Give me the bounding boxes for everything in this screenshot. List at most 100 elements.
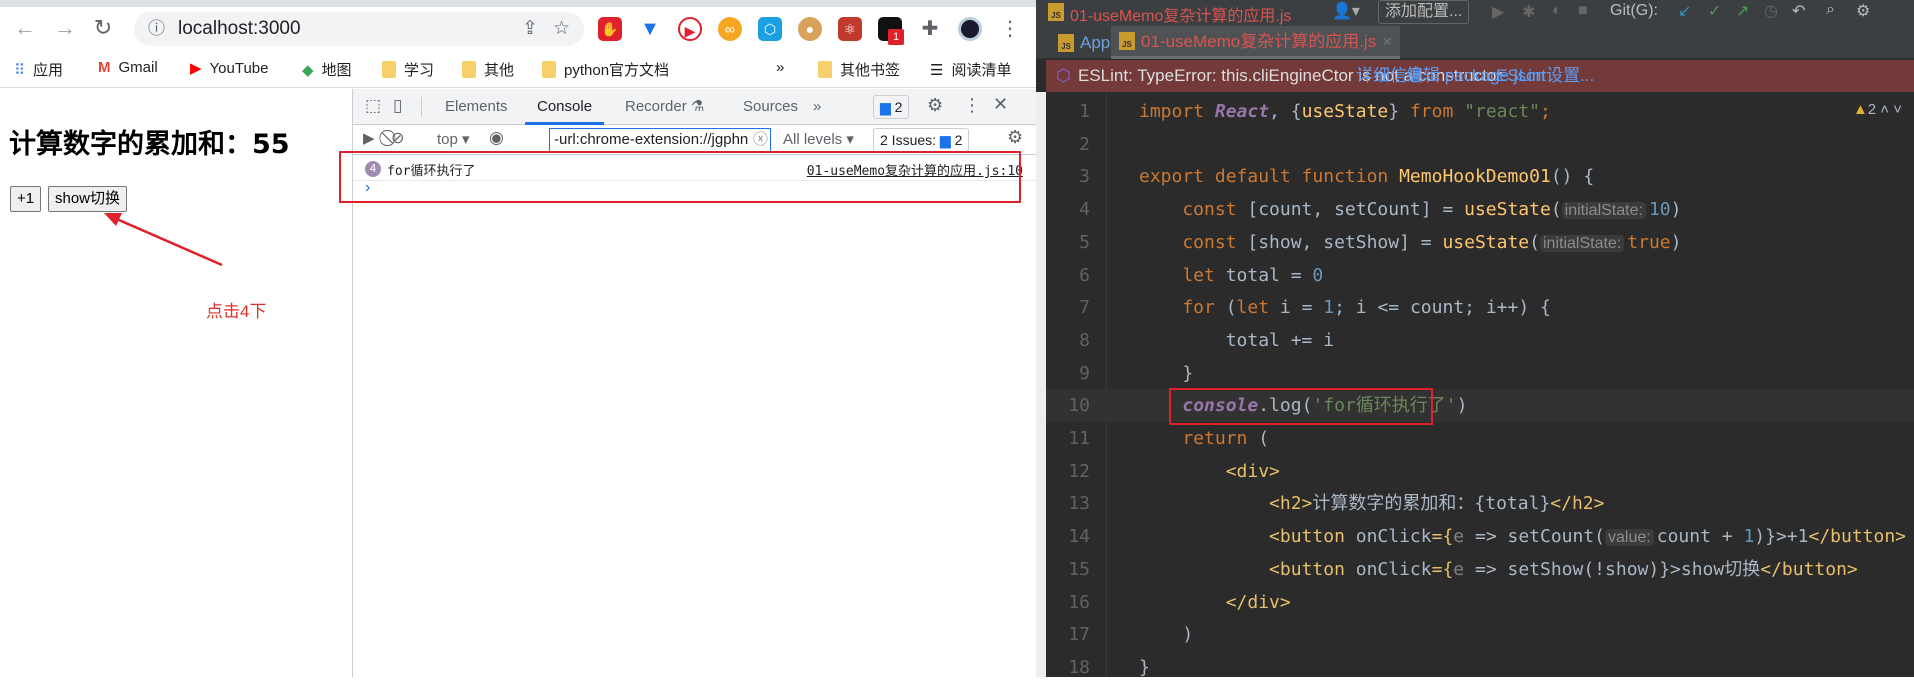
other-bookmarks[interactable]: 其他书签 [818, 59, 900, 80]
cookie-extension-icon[interactable]: ● [798, 17, 822, 41]
extensions-puzzle-icon[interactable]: ✚ [918, 17, 942, 41]
more-options-icon[interactable]: ⋮ [963, 95, 981, 116]
code-line[interactable]: 8 total += i [1046, 324, 1914, 357]
address-bar[interactable]: ⓘ localhost:3000 ⇪ ☆ [134, 12, 584, 46]
code-line[interactable]: 15 <button onClick={e => setShow(!show)}… [1046, 553, 1914, 586]
bookmark-label: 应用 [33, 62, 64, 79]
stop-icon[interactable]: ■ [1578, 2, 1588, 20]
profile-avatar[interactable] [958, 17, 982, 41]
bookmark-star-icon[interactable]: ☆ [553, 12, 570, 46]
history-icon[interactable]: ◷ [1764, 1, 1778, 21]
code-token: ( [1529, 231, 1540, 253]
bookmark-folder-other[interactable]: 其他 [462, 59, 514, 80]
menu-kebab-icon[interactable]: ⋮ [998, 17, 1022, 41]
code-line[interactable]: 5 const [show, setShow] = useState(initi… [1046, 226, 1914, 259]
reading-list[interactable]: ☰ 阅读清单 [930, 59, 1011, 80]
code-editor[interactable]: ▲2 ˄ ˅ 1 import React, {useState} from "r… [1046, 92, 1914, 678]
code-token: for [1139, 297, 1226, 319]
console-filter-input[interactable]: -url:chrome-extension://jgphn ⓧ [549, 128, 771, 152]
code-text: for (let i = 1; i <= count; i++) { [1139, 291, 1551, 324]
record-extension-icon[interactable]: ▶ [678, 17, 702, 41]
issues-button[interactable]: 2 Issues: ▆ 2 [873, 128, 970, 152]
tab-sources[interactable]: Sources [743, 89, 798, 125]
clear-filter-icon[interactable]: ⓧ [753, 129, 768, 150]
add-configuration-button[interactable]: 添加配置... [1378, 0, 1470, 24]
more-tabs-button[interactable]: » [813, 89, 821, 125]
bookmark-folder-python[interactable]: python官方文档 [542, 59, 669, 80]
code-line[interactable]: 2 [1046, 128, 1914, 161]
code-line[interactable]: 17 ) [1046, 618, 1914, 651]
messages-badge[interactable]: ▆ 2 [873, 95, 910, 119]
code-line[interactable]: 3 export default function MemoHookDemo01(… [1046, 160, 1914, 193]
bookmark-folder-study[interactable]: 学习 [382, 59, 434, 80]
code-token: ( [1550, 199, 1562, 221]
code-line[interactable]: 1 import React, {useState} from "react"; [1046, 95, 1914, 128]
code-line[interactable]: 11 return ( [1046, 422, 1914, 455]
code-line[interactable]: 4 const [count, setCount] = useState(ini… [1046, 193, 1914, 226]
tab-recorder[interactable]: Recorder ⚗ [625, 89, 704, 125]
code-line[interactable]: 12 <div> [1046, 455, 1914, 488]
code-text: <div> [1139, 455, 1280, 488]
code-line[interactable]: 6 let total = 0 [1046, 259, 1914, 292]
vue-extension-icon[interactable]: ▼ [638, 17, 662, 41]
forward-icon[interactable]: → [52, 15, 78, 41]
bookmark-apps[interactable]: ⠿ 应用 [14, 59, 63, 80]
clear-console-icon[interactable]: ⃠⊘ [391, 128, 404, 148]
url-text: localhost:3000 [178, 18, 301, 39]
rollback-icon[interactable]: ↶ [1792, 1, 1805, 21]
bookmark-youtube[interactable]: ▶ YouTube [190, 59, 269, 78]
sidebar-toggle-icon[interactable]: ▶ [363, 129, 375, 147]
reload-icon[interactable]: ↻ [90, 15, 116, 41]
bookmark-gmail[interactable]: M Gmail [98, 59, 158, 76]
code-line[interactable]: 18} [1046, 651, 1914, 684]
device-toolbar-icon[interactable]: ▯ [393, 96, 402, 116]
line-number: 7 [1079, 297, 1090, 319]
git-commit-icon[interactable]: ✓ [1708, 1, 1721, 21]
close-devtools-icon[interactable]: ✕ [993, 94, 1008, 115]
code-line[interactable]: 9 } [1046, 357, 1914, 390]
annotation-text: 点击4下 [206, 302, 267, 321]
app-extension-icon[interactable]: 1 [878, 17, 904, 45]
tab-elements[interactable]: Elements [445, 89, 508, 125]
code-line[interactable]: 13 <h2>计算数字的累加和：{total}</h2> [1046, 487, 1914, 520]
infinity-extension-icon[interactable]: ∞ [718, 17, 742, 41]
git-update-icon[interactable]: ↙ [1678, 1, 1691, 21]
code-token: 0 [1312, 264, 1324, 286]
console-settings-icon[interactable]: ⚙ [1007, 127, 1023, 148]
tab-console[interactable]: Console [525, 89, 605, 125]
coverage-icon[interactable]: ◐ [1552, 2, 1562, 20]
code-token: "react" [1464, 101, 1540, 122]
settings-icon[interactable]: ⚙ [1856, 1, 1870, 21]
hex-extension-icon[interactable]: ⬡ [758, 17, 782, 41]
bookmarks-overflow-button[interactable]: » [776, 59, 784, 76]
code-token: [count, setCount] = [1247, 199, 1465, 221]
debug-icon[interactable]: ✱ [1522, 2, 1535, 22]
run-icon[interactable]: ▶ [1492, 2, 1504, 22]
bookmark-maps[interactable]: ◆ 地图 [302, 59, 352, 80]
close-tab-icon[interactable]: × [1382, 25, 1392, 58]
settings-gear-icon[interactable]: ⚙ [927, 95, 943, 116]
line-number: 3 [1079, 166, 1090, 188]
highlight-box [1169, 388, 1433, 425]
code-line[interactable]: 7 for (let i = 1; i <= count; i++) { [1046, 291, 1914, 324]
bookmark-label: Gmail [118, 59, 158, 76]
log-levels-select[interactable]: All levels ▾ [783, 130, 854, 148]
user-icon[interactable]: 👤▾ [1332, 1, 1360, 21]
code-line[interactable]: 16 </div> [1046, 586, 1914, 619]
bookmark-label: 阅读清单 [951, 62, 1012, 79]
highlight-box [339, 151, 1021, 203]
inspect-element-icon[interactable]: ⬚ [365, 96, 381, 116]
git-push-icon[interactable]: ↗ [1736, 1, 1749, 21]
tab-usememo-file[interactable]: JS 01-useMemo复杂计算的应用.js × [1111, 25, 1401, 59]
adblock-extension-icon[interactable]: ✋ [598, 17, 622, 41]
react-extension-icon[interactable]: ⚛ [838, 17, 862, 41]
code-line[interactable]: 14 <button onClick={e => setCount(value:… [1046, 520, 1914, 553]
search-icon[interactable]: ⌕ [1826, 1, 1835, 19]
eslint-settings-link[interactable]: ESLint设置... [1496, 60, 1594, 92]
context-select[interactable]: top ▾ [437, 130, 470, 148]
code-token: true [1627, 231, 1671, 253]
live-expression-eye-icon[interactable]: ◉ [489, 128, 504, 148]
share-icon[interactable]: ⇪ [522, 12, 538, 46]
back-icon[interactable]: ← [12, 15, 38, 41]
